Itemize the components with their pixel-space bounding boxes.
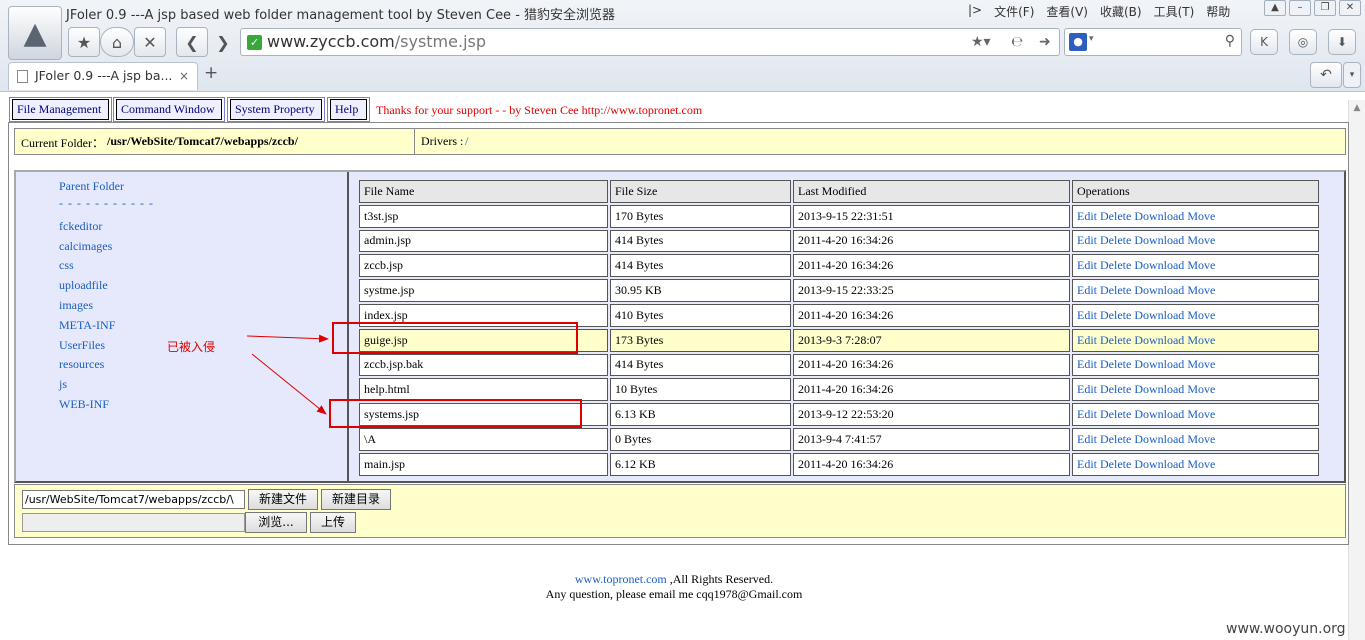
footer-contact: Any question, please email me cqq1978@Gm… [545, 587, 803, 601]
tab-list-icon[interactable]: ▾ [1343, 62, 1361, 88]
undo-close-tab-icon[interactable]: ↶ [1310, 62, 1342, 88]
footer-link[interactable]: www.topronet.com [575, 572, 667, 586]
arrow-to-guige [246, 334, 329, 343]
stop-icon[interactable]: ✕ [134, 27, 166, 57]
minimize-icon[interactable]: – [1289, 0, 1311, 16]
url-path: /systme.jsp [394, 32, 487, 51]
skin-icon[interactable]: ▲ [1264, 0, 1286, 16]
tab-title: JFoler 0.9 ---A jsp ba... [35, 68, 173, 83]
security-icon[interactable]: ◎ [1289, 29, 1317, 55]
new-tab-button[interactable]: + [204, 63, 218, 83]
watermark: www.wooyun.org [1226, 621, 1346, 637]
footer-rights: ,All Rights Reserved. [666, 572, 774, 586]
download-icon[interactable]: ⬇ [1328, 29, 1356, 55]
annotation-arrows [246, 334, 329, 415]
forward-icon[interactable]: ❯ [210, 27, 236, 57]
restore-icon[interactable]: ❐ [1314, 0, 1336, 16]
menu-collapse-icon[interactable]: |> [968, 3, 982, 20]
menu-item-file[interactable]: 文件(F) [994, 3, 1034, 20]
window-title: JFoler 0.9 ---A jsp based web folder man… [66, 8, 616, 23]
home-icon[interactable]: ⌂ [100, 27, 134, 57]
arrow-to-systems [251, 353, 327, 415]
menu-item-view[interactable]: 查看(V) [1046, 3, 1088, 20]
new-folder-button[interactable]: 新建目录 [321, 489, 391, 510]
search-icon[interactable]: ⚲ [1225, 33, 1235, 49]
footer-rights-line: www.topronet.com ,All Rights Reserved. [0, 572, 1348, 587]
browse-button[interactable]: 浏览... [245, 512, 307, 533]
footer: www.topronet.com ,All Rights Reserved. A… [0, 572, 1348, 602]
bookmark-star-icon[interactable]: ★▾ [971, 29, 991, 55]
file-path-field[interactable] [22, 513, 245, 532]
ie-mode-icon[interactable]: ℮ [1011, 29, 1023, 55]
address-bar[interactable]: ✓ www.zyccb.com/systme.jsp ★▾ ℮ ➜ [240, 28, 1060, 56]
cheetah-logo-icon[interactable]: ▲ [8, 6, 62, 60]
scroll-up-icon[interactable]: ▲ [1349, 100, 1365, 116]
menu-item-tools[interactable]: 工具(T) [1154, 3, 1195, 20]
page-icon [17, 70, 28, 83]
page-scrollbar[interactable]: ▲ [1348, 100, 1365, 640]
new-file-button[interactable]: 新建文件 [248, 489, 318, 510]
back-icon[interactable]: ❮ [176, 27, 208, 57]
menu-item-favorites[interactable]: 收藏(B) [1100, 3, 1142, 20]
path-input[interactable]: /usr/WebSite/Tomcat7/webapps/zccb/\ [22, 490, 245, 509]
secure-check-icon: ✓ [247, 35, 262, 50]
go-arrow-icon[interactable]: ➜ [1039, 29, 1051, 55]
upload-button[interactable]: 上传 [310, 512, 356, 533]
search-input[interactable]: ● ▾ ⚲ [1064, 28, 1242, 56]
menu-bar: |> 文件(F) 查看(V) 收藏(B) 工具(T) 帮助 [968, 3, 1230, 20]
upload-panel: /usr/WebSite/Tomcat7/webapps/zccb/\ 新建文件… [14, 484, 1346, 538]
menu-item-help[interactable]: 帮助 [1206, 3, 1230, 20]
search-engine-dropdown-icon[interactable]: ▾ [1089, 34, 1094, 44]
close-icon[interactable]: ✕ [1339, 0, 1361, 16]
page-content: File Management Command Window System Pr… [0, 92, 1349, 640]
browser-chrome: ▲ JFoler 0.9 ---A jsp based web folder m… [0, 0, 1365, 92]
kingsoft-icon[interactable]: K [1250, 29, 1278, 55]
favorite-star-icon[interactable]: ★ [68, 27, 100, 57]
baidu-paw-icon[interactable]: ● [1069, 33, 1087, 51]
window-controls: ▲ – ❐ ✕ [1264, 0, 1361, 16]
tab-close-icon[interactable]: × [179, 63, 189, 89]
tab-jfoler[interactable]: JFoler 0.9 ---A jsp ba... × [8, 62, 198, 90]
url-host: www.zyccb.com [267, 32, 395, 51]
